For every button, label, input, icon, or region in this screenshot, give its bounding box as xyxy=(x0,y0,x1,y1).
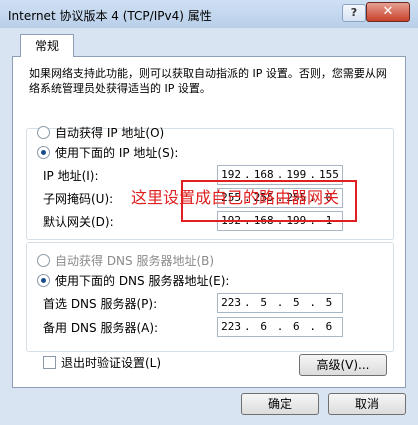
auto-ip-label: 自动获得 IP 地址(O) xyxy=(55,126,165,140)
octet[interactable]: 5 xyxy=(316,294,342,312)
manual-dns-radio[interactable]: 使用下面的 DNS 服务器地址(E): xyxy=(37,272,229,289)
dialog-window: Internet 协议版本 4 (TCP/IPv4) 属性 ? ✕ 常规 如果网… xyxy=(0,0,418,425)
description-text: 如果网络支持此功能，则可以获取自动指派的 IP 设置。否则，您需要从网络系统管理… xyxy=(29,67,387,95)
auto-dns-label: 自动获得 DNS 服务器地址(B) xyxy=(55,254,215,268)
dot-separator: . xyxy=(309,320,316,333)
default-gateway-label: 默认网关(D): xyxy=(43,215,114,229)
manual-ip-label: 使用下面的 IP 地址(S): xyxy=(55,146,179,160)
octet[interactable]: 6 xyxy=(316,318,342,336)
dot-separator: . xyxy=(276,296,284,309)
title-bar[interactable]: Internet 协议版本 4 (TCP/IPv4) 属性 ? ✕ xyxy=(0,0,418,28)
ok-button[interactable]: 确定 xyxy=(241,393,319,415)
octet[interactable]: 223 xyxy=(218,318,244,336)
manual-ip-radio[interactable]: 使用下面的 IP 地址(S): xyxy=(37,144,178,161)
dot-separator: . xyxy=(244,320,251,333)
validate-on-exit-label: 退出时验证设置(L) xyxy=(61,356,162,370)
octet[interactable]: 6 xyxy=(251,318,277,336)
auto-ip-radio[interactable]: 自动获得 IP 地址(O) xyxy=(37,124,164,141)
manual-ip-radio-dot[interactable] xyxy=(37,146,50,159)
ip-address-label: IP 地址(I): xyxy=(43,169,99,183)
subnet-mask-label: 子网掩码(U): xyxy=(43,192,114,206)
window-title: Internet 协议版本 4 (TCP/IPv4) 属性 xyxy=(8,9,212,23)
cancel-button[interactable]: 取消 xyxy=(328,393,406,415)
dot-separator: . xyxy=(244,296,251,309)
checkbox-box[interactable] xyxy=(43,356,56,369)
auto-dns-radio-dot[interactable] xyxy=(37,254,50,267)
alternate-dns-label: 备用 DNS 服务器(A): xyxy=(43,321,159,335)
general-panel: 如果网络支持此功能，则可以获取自动指派的 IP 设置。否则，您需要从网络系统管理… xyxy=(12,56,406,388)
annotation-text: 这里设置成自己的路由器网关 xyxy=(131,188,340,207)
octet[interactable]: 223 xyxy=(218,294,244,312)
octet[interactable]: 5 xyxy=(283,294,309,312)
auto-ip-radio-dot[interactable] xyxy=(37,126,50,139)
octet[interactable]: 5 xyxy=(251,294,277,312)
alternate-dns-input[interactable]: 223. 6. 6. 6 xyxy=(217,317,343,337)
dot-separator: . xyxy=(309,296,316,309)
octet[interactable]: 6 xyxy=(283,318,309,336)
auto-dns-radio[interactable]: 自动获得 DNS 服务器地址(B) xyxy=(37,252,214,269)
manual-dns-radio-dot[interactable] xyxy=(37,274,50,287)
preferred-dns-label: 首选 DNS 服务器(P): xyxy=(43,297,158,311)
advanced-button[interactable]: 高级(V)... xyxy=(299,354,387,376)
tab-general[interactable]: 常规 xyxy=(20,34,74,57)
dot-separator: . xyxy=(276,320,284,333)
validate-on-exit-checkbox[interactable]: 退出时验证设置(L) xyxy=(43,354,161,371)
manual-dns-label: 使用下面的 DNS 服务器地址(E): xyxy=(55,274,230,288)
help-button[interactable]: ? xyxy=(342,4,366,22)
close-button[interactable]: ✕ xyxy=(366,2,410,22)
preferred-dns-input[interactable]: 223. 5. 5. 5 xyxy=(217,293,343,313)
